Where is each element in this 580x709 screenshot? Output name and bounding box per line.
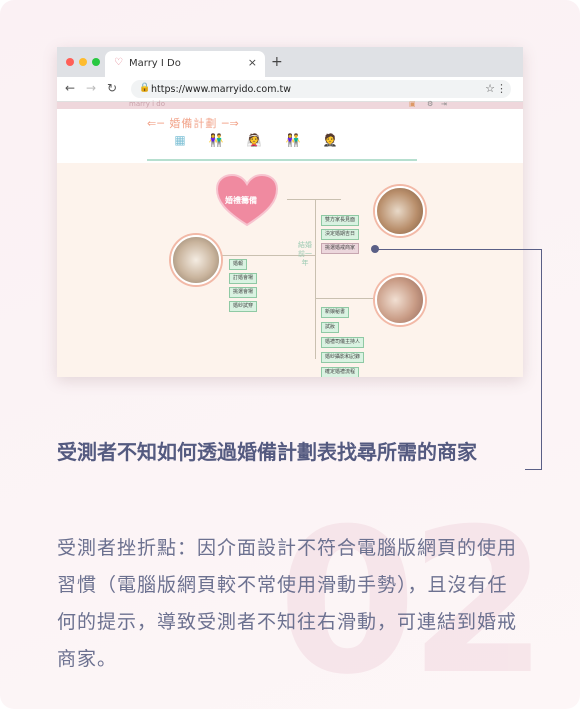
browser-tab[interactable]: ♡ Marry I Do ×	[105, 51, 265, 77]
calendar-icon[interactable]: ▣	[409, 100, 416, 108]
nav-underline	[147, 159, 417, 161]
task-tag[interactable]: 訂婚會場	[229, 273, 258, 284]
task-tag[interactable]: 新娘秘書	[321, 307, 350, 318]
mind-map: 婚禮籌備 結婚前一年 雙方家長見面 決定婚期吉日 挑選婚戒商家 婚報 訂婚會場 …	[57, 163, 523, 377]
callout-line	[541, 249, 542, 470]
close-window-icon[interactable]	[66, 58, 74, 66]
task-tag[interactable]: 確定婚禮流程	[321, 367, 360, 377]
case-study-card: 02 ♡ Marry I Do × + ← → ↻ 🔒 https://www.…	[0, 0, 580, 709]
finding-description: 受測者挫折點：因介面設計不符合電腦版網頁的使用習慣（電腦版網頁較不常使用滑動手勢…	[57, 537, 518, 670]
page-title: ⇐─ 婚備計劃 ─⇒	[147, 117, 240, 130]
bookmark-star-icon[interactable]: ☆	[485, 82, 495, 95]
bride-icon[interactable]: 👰	[241, 133, 267, 147]
gear-icon[interactable]: ⚙	[427, 100, 433, 108]
forward-icon[interactable]: →	[86, 81, 96, 95]
task-tag[interactable]: 決定婚期吉日	[321, 229, 360, 240]
new-tab-icon[interactable]: +	[271, 54, 283, 70]
connector	[287, 199, 341, 200]
groom-icon[interactable]: 🤵	[317, 133, 343, 147]
tab-bar: ♡ Marry I Do × +	[57, 47, 523, 77]
url-text: https://www.marryido.com.tw	[151, 84, 291, 95]
back-icon[interactable]: ←	[65, 81, 75, 95]
lock-icon: 🔒	[139, 83, 151, 93]
couple-photo[interactable]	[375, 275, 425, 325]
task-tag[interactable]: 雙方家長見面	[321, 215, 360, 226]
stage-label: 結婚前一年	[298, 241, 312, 267]
task-tag[interactable]: 婚紗試穿	[229, 301, 258, 312]
heart-favicon-icon: ♡	[114, 57, 123, 68]
rings-photo[interactable]	[375, 186, 425, 236]
logout-icon[interactable]: ⇥	[441, 100, 447, 108]
task-tag-selected[interactable]: 挑選婚戒商家	[321, 243, 360, 254]
connector	[315, 298, 375, 299]
task-tag[interactable]: 試妝	[321, 322, 340, 333]
planner-page: ⇐─ 婚備計劃 ─⇒ ▦ 👫 👰 👫 🤵 婚禮籌備 結婚前一年 雙方家長見面 決…	[57, 109, 523, 377]
site-logo[interactable]: marry i do	[129, 100, 165, 108]
address-bar: ← → ↻ 🔒 https://www.marryido.com.tw ☆ ⋮	[57, 77, 523, 102]
task-tag[interactable]: 婚報	[229, 259, 248, 270]
callout-dot	[371, 245, 379, 253]
couple-icon[interactable]: 👫	[203, 133, 229, 147]
browser-window: ♡ Marry I Do × + ← → ↻ 🔒 https://www.mar…	[57, 47, 523, 377]
reload-icon[interactable]: ↻	[107, 81, 117, 95]
calendar-icon[interactable]: ▦	[167, 133, 193, 147]
task-tag[interactable]: 婚紗攝影和記錄	[321, 352, 365, 363]
tab-close-icon[interactable]: ×	[248, 56, 257, 69]
task-tag[interactable]: 挑選會場	[229, 287, 258, 298]
callout-line	[376, 249, 542, 250]
maximize-window-icon[interactable]	[92, 58, 100, 66]
task-tag[interactable]: 婚禮司儀主持人	[321, 337, 365, 348]
finding-heading: 受測者不知如何透過婚備計劃表找尋所需的商家	[57, 440, 477, 464]
heart-label: 婚禮籌備	[225, 196, 257, 205]
tab-title: Marry I Do	[129, 58, 181, 69]
url-field[interactable]: 🔒 https://www.marryido.com.tw ☆ ⋮	[131, 80, 511, 98]
couple-icon[interactable]: 👫	[280, 133, 306, 147]
callout-line	[525, 469, 542, 470]
minimize-window-icon[interactable]	[79, 58, 87, 66]
venue-photo[interactable]	[171, 235, 221, 285]
page-title-text: 婚備計劃	[169, 117, 218, 130]
connector	[315, 199, 316, 359]
menu-dots-icon[interactable]: ⋮	[496, 82, 507, 95]
